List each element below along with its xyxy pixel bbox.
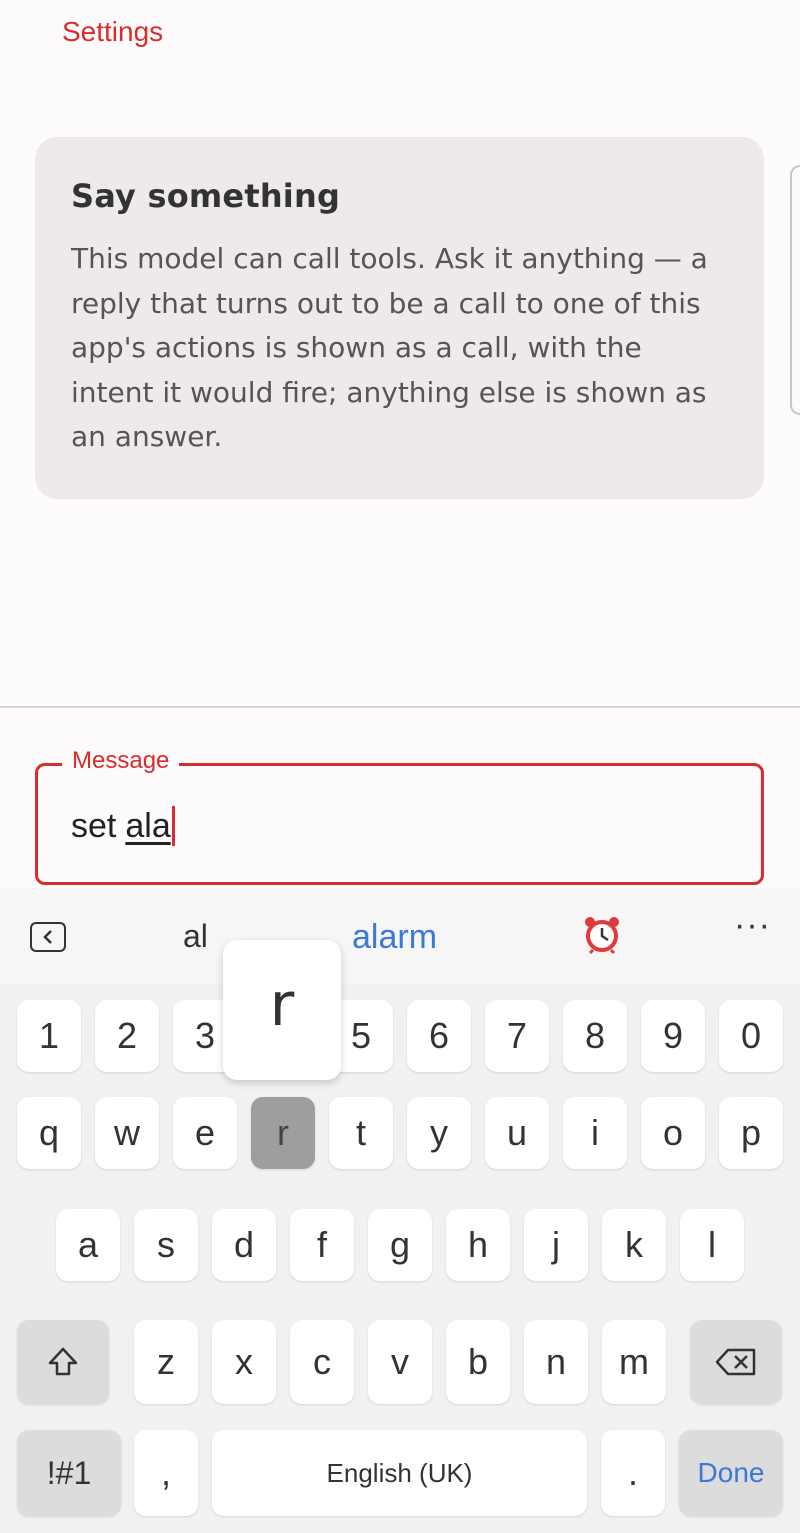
shift-icon bbox=[48, 1347, 78, 1376]
comma-key[interactable]: , bbox=[134, 1430, 198, 1516]
committed-text: set bbox=[71, 806, 117, 845]
composing-text: ala bbox=[125, 806, 171, 845]
key-l[interactable]: l bbox=[680, 1209, 744, 1281]
key-u[interactable]: u bbox=[485, 1097, 549, 1169]
key-0[interactable]: 0 bbox=[719, 1000, 783, 1072]
shift-key[interactable] bbox=[17, 1320, 109, 1404]
card-body: This model can call tools. Ask it anythi… bbox=[71, 242, 708, 453]
key-y[interactable]: y bbox=[407, 1097, 471, 1169]
intro-card: Say something This model can call tools.… bbox=[35, 137, 764, 499]
text-caret bbox=[171, 806, 175, 846]
key-m[interactable]: m bbox=[602, 1320, 666, 1404]
key-2[interactable]: 2 bbox=[95, 1000, 159, 1072]
key-n[interactable]: n bbox=[524, 1320, 588, 1404]
suggestion-alarm[interactable]: alarm bbox=[352, 918, 437, 957]
key-e[interactable]: e bbox=[173, 1097, 237, 1169]
more-options-icon[interactable]: ··· bbox=[734, 906, 771, 945]
key-c[interactable]: c bbox=[290, 1320, 354, 1404]
key-p[interactable]: p bbox=[719, 1097, 783, 1169]
key-i[interactable]: i bbox=[563, 1097, 627, 1169]
key-t[interactable]: t bbox=[329, 1097, 393, 1169]
backspace-icon bbox=[715, 1348, 756, 1376]
key-1[interactable]: 1 bbox=[17, 1000, 81, 1072]
key-r[interactable]: r bbox=[251, 1097, 315, 1169]
collapse-arrow-icon[interactable] bbox=[30, 922, 66, 952]
key-k[interactable]: k bbox=[602, 1209, 666, 1281]
key-v[interactable]: v bbox=[368, 1320, 432, 1404]
message-value[interactable]: set ala bbox=[71, 806, 175, 846]
done-key[interactable]: Done bbox=[679, 1430, 783, 1516]
suggestion-bar: al alarm ··· bbox=[0, 888, 800, 984]
key-h[interactable]: h bbox=[446, 1209, 510, 1281]
key-w[interactable]: w bbox=[95, 1097, 159, 1169]
key-f[interactable]: f bbox=[290, 1209, 354, 1281]
settings-link[interactable]: Settings bbox=[62, 16, 163, 48]
key-preview-popup: r bbox=[223, 940, 341, 1080]
key-q[interactable]: q bbox=[17, 1097, 81, 1169]
message-label: Message bbox=[62, 747, 180, 775]
edge-panel-handle[interactable] bbox=[790, 165, 800, 415]
chat-screen: Settings Say something This model can ca… bbox=[0, 0, 800, 1533]
key-j[interactable]: j bbox=[524, 1209, 588, 1281]
divider bbox=[0, 706, 800, 708]
key-d[interactable]: d bbox=[212, 1209, 276, 1281]
key-o[interactable]: o bbox=[641, 1097, 705, 1169]
period-key[interactable]: . bbox=[601, 1430, 665, 1516]
key-8[interactable]: 8 bbox=[563, 1000, 627, 1072]
key-b[interactable]: b bbox=[446, 1320, 510, 1404]
alarm-clock-emoji-icon[interactable] bbox=[580, 912, 624, 956]
key-7[interactable]: 7 bbox=[485, 1000, 549, 1072]
suggestion-partial[interactable]: al bbox=[183, 918, 208, 955]
key-9[interactable]: 9 bbox=[641, 1000, 705, 1072]
card-title: Say something bbox=[71, 177, 341, 215]
key-a[interactable]: a bbox=[56, 1209, 120, 1281]
backspace-key[interactable] bbox=[690, 1320, 782, 1404]
key-6[interactable]: 6 bbox=[407, 1000, 471, 1072]
key-s[interactable]: s bbox=[134, 1209, 198, 1281]
on-screen-keyboard: al alarm ··· 1234567890qwertyuiopasdfghj… bbox=[0, 888, 800, 1533]
message-input[interactable]: Message set ala bbox=[35, 747, 764, 885]
key-g[interactable]: g bbox=[368, 1209, 432, 1281]
key-x[interactable]: x bbox=[212, 1320, 276, 1404]
key-z[interactable]: z bbox=[134, 1320, 198, 1404]
symbols-key[interactable]: !#1 bbox=[17, 1430, 121, 1516]
space-key[interactable]: English (UK) bbox=[212, 1430, 587, 1516]
